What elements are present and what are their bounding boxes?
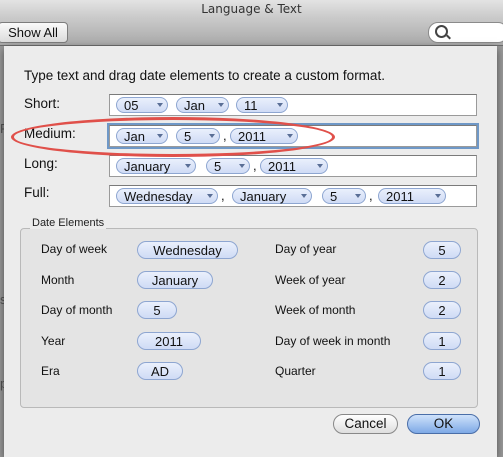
element-label: Era: [41, 364, 60, 378]
element-label: Week of month: [275, 303, 356, 317]
draggable-element[interactable]: 2: [423, 301, 461, 319]
toolbar: Show All: [0, 19, 503, 46]
element-label: Week of year: [275, 273, 346, 287]
element-label: Day of month: [41, 303, 113, 317]
show-all-button[interactable]: Show All: [0, 22, 68, 43]
draggable-element[interactable]: 1: [423, 362, 461, 380]
long-label: Long:: [24, 156, 58, 171]
date-token[interactable]: 5: [206, 158, 250, 174]
short-label: Short:: [24, 96, 61, 111]
chevron-down-icon: [207, 194, 213, 198]
custom-date-format-sheet: Type text and drag date elements to crea…: [4, 46, 497, 457]
cancel-button[interactable]: Cancel: [333, 414, 398, 434]
date-token[interactable]: 2011: [378, 188, 446, 204]
date-token[interactable]: 05: [116, 97, 168, 113]
full-label: Full:: [24, 185, 50, 200]
long-format-field[interactable]: January 5 , 2011: [109, 155, 477, 177]
date-token[interactable]: Wednesday: [116, 188, 218, 204]
element-label: Year: [41, 334, 66, 348]
chevron-down-icon: [301, 194, 307, 198]
draggable-element[interactable]: 5: [423, 241, 461, 259]
separator-comma: ,: [369, 188, 373, 203]
date-token[interactable]: 11: [236, 97, 288, 113]
window-title: Language & Text: [0, 0, 503, 19]
separator-comma: ,: [221, 188, 225, 203]
short-format-field[interactable]: 05 Jan 11: [109, 94, 477, 116]
instruction-text: Type text and drag date elements to crea…: [24, 68, 385, 83]
separator-comma: ,: [253, 158, 257, 173]
date-elements-title: Date Elements: [30, 217, 107, 229]
date-token[interactable]: January: [232, 188, 312, 204]
draggable-element[interactable]: 5: [137, 301, 177, 319]
draggable-element[interactable]: AD: [137, 362, 183, 380]
draggable-element[interactable]: 2: [423, 271, 461, 289]
draggable-element[interactable]: 1: [423, 332, 461, 350]
search-icon: [435, 25, 448, 38]
draggable-element[interactable]: Wednesday: [137, 241, 238, 259]
draggable-element[interactable]: January: [137, 271, 213, 289]
element-label: Month: [41, 273, 75, 287]
draggable-element[interactable]: 2011: [137, 332, 201, 350]
element-label: Day of week: [41, 242, 108, 256]
search-field[interactable]: [428, 22, 503, 43]
date-token[interactable]: Jan: [176, 97, 229, 113]
ok-button[interactable]: OK: [407, 414, 480, 434]
element-label: Day of year: [275, 242, 337, 256]
chevron-down-icon: [435, 194, 441, 198]
date-token[interactable]: January: [116, 158, 196, 174]
date-token[interactable]: 2011: [260, 158, 328, 174]
chevron-down-icon: [218, 103, 224, 107]
element-label: Quarter: [275, 364, 316, 378]
chevron-down-icon: [317, 164, 323, 168]
chevron-down-icon: [355, 194, 361, 198]
highlight-oval: [11, 117, 335, 157]
chevron-down-icon: [277, 103, 283, 107]
chevron-down-icon: [185, 164, 191, 168]
chevron-down-icon: [239, 164, 245, 168]
date-token[interactable]: 5: [322, 188, 366, 204]
full-format-field[interactable]: Wednesday , January 5 , 2011: [109, 185, 477, 207]
chevron-down-icon: [157, 103, 163, 107]
element-label: Day of week in month: [275, 334, 391, 348]
